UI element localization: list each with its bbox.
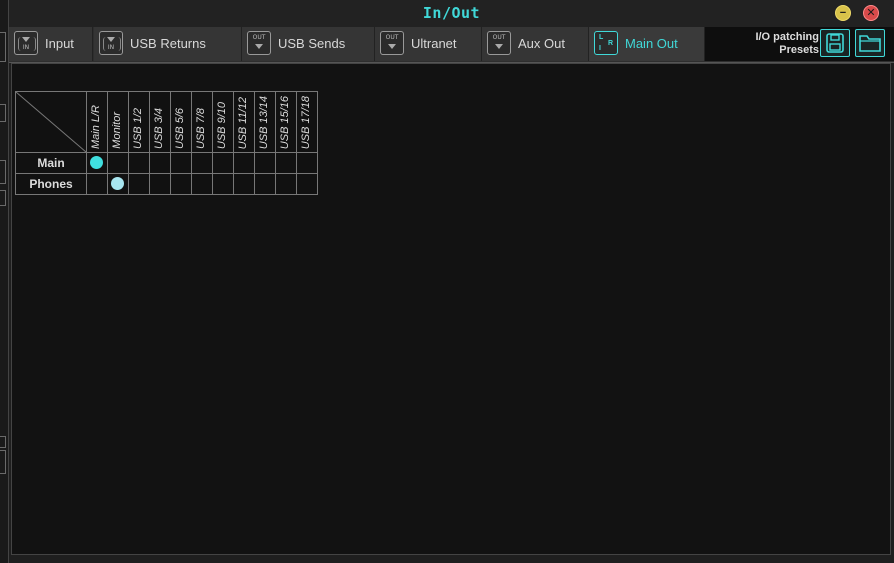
save-preset-button[interactable] (820, 29, 850, 57)
matrix-cell[interactable] (108, 153, 129, 174)
row-label: Main (15, 153, 87, 174)
column-label: USB 13/14 (258, 95, 270, 149)
matrix-cell[interactable] (213, 174, 234, 195)
column-header: USB 13/14 (255, 91, 276, 153)
column-header: USB 11/12 (234, 91, 255, 153)
column-label: Monitor (111, 112, 123, 149)
matrix-cell[interactable] (297, 153, 318, 174)
minimize-button[interactable]: − (835, 5, 851, 21)
route-active-indicator (111, 177, 124, 190)
column-label: USB 5/6 (174, 108, 186, 149)
window-title: In/Out (422, 4, 481, 22)
matrix-cell[interactable] (150, 153, 171, 174)
tab-label: Aux Out (518, 36, 565, 51)
title-bar[interactable]: In/Out − ✕ (9, 0, 894, 27)
input-icon: IN (14, 31, 38, 55)
column-header: USB 17/18 (297, 91, 318, 153)
main-out-icon: L R I (594, 31, 618, 55)
column-label: USB 15/16 (279, 95, 291, 149)
matrix-cell[interactable] (150, 174, 171, 195)
column-header: USB 15/16 (276, 91, 297, 153)
tab-label: USB Returns (130, 36, 206, 51)
column-header: USB 5/6 (171, 91, 192, 153)
column-label: Main L/R (90, 104, 102, 149)
tab-ultranet[interactable]: OUT Ultranet (375, 27, 482, 61)
matrix-cell[interactable] (129, 174, 150, 195)
column-label: USB 1/2 (132, 108, 144, 149)
column-label: USB 7/8 (195, 108, 207, 149)
column-header: USB 7/8 (192, 91, 213, 153)
matrix-cell[interactable] (276, 153, 297, 174)
matrix-cell[interactable] (255, 174, 276, 195)
column-label: USB 11/12 (237, 96, 249, 149)
row-label: Phones (15, 174, 87, 195)
tab-label: Main Out (625, 36, 678, 51)
matrix-cell[interactable] (213, 153, 234, 174)
close-icon: ✕ (866, 7, 876, 19)
minus-icon: − (839, 7, 847, 19)
matrix-cell[interactable] (87, 174, 108, 195)
matrix-cell[interactable] (108, 174, 129, 195)
route-active-indicator (90, 156, 103, 169)
column-header: USB 3/4 (150, 91, 171, 153)
ultranet-icon: OUT (380, 31, 404, 55)
usb-returns-icon: IN (99, 31, 123, 55)
matrix-cell[interactable] (234, 174, 255, 195)
matrix-corner (15, 91, 87, 153)
edge-mark (0, 160, 6, 184)
tab-label: USB Sends (278, 36, 346, 51)
usb-sends-icon: OUT (247, 31, 271, 55)
folder-icon (859, 35, 881, 52)
matrix-cell[interactable] (87, 153, 108, 174)
matrix-cell[interactable] (255, 153, 276, 174)
in-out-window: In/Out − ✕ IN Input IN USB Returns OUT U… (9, 0, 894, 563)
column-header: Main L/R (87, 91, 108, 153)
matrix-cell[interactable] (192, 153, 213, 174)
tab-usb-sends[interactable]: OUT USB Sends (242, 27, 375, 61)
edge-mark (0, 104, 6, 122)
edge-mark (0, 190, 6, 206)
column-label: USB 17/18 (300, 95, 312, 149)
matrix-cell[interactable] (192, 174, 213, 195)
matrix-cell[interactable] (129, 153, 150, 174)
close-button[interactable]: ✕ (863, 5, 879, 21)
column-header: USB 1/2 (129, 91, 150, 153)
matrix-cell[interactable] (171, 153, 192, 174)
io-presets-panel: I/O patching Presets (705, 27, 894, 61)
matrix-cell[interactable] (171, 174, 192, 195)
tab-input[interactable]: IN Input (9, 27, 93, 61)
presets-label: I/O patching Presets (755, 31, 819, 56)
tab-label: Ultranet (411, 36, 457, 51)
column-label: USB 3/4 (153, 108, 165, 149)
tab-usb-returns[interactable]: IN USB Returns (94, 27, 242, 61)
edge-mark (0, 32, 6, 62)
tab-label: Input (45, 36, 74, 51)
tab-aux-out[interactable]: OUT Aux Out (482, 27, 589, 61)
edge-mark (0, 436, 6, 448)
matrix-cell[interactable] (297, 174, 318, 195)
column-header: Monitor (108, 91, 129, 153)
save-icon (826, 33, 844, 53)
tab-main-out[interactable]: L R I Main Out (589, 27, 705, 61)
column-header: USB 9/10 (213, 91, 234, 153)
load-preset-button[interactable] (855, 29, 885, 57)
matrix-cell[interactable] (234, 153, 255, 174)
main-out-panel: Main L/R Monitor USB 1/2 USB 3/4 USB 5/6 USB … (11, 63, 891, 555)
matrix-cell[interactable] (276, 174, 297, 195)
edge-mark (0, 450, 6, 474)
aux-out-icon: OUT (487, 31, 511, 55)
parent-window-edge (0, 0, 9, 563)
column-label: USB 9/10 (216, 101, 228, 149)
